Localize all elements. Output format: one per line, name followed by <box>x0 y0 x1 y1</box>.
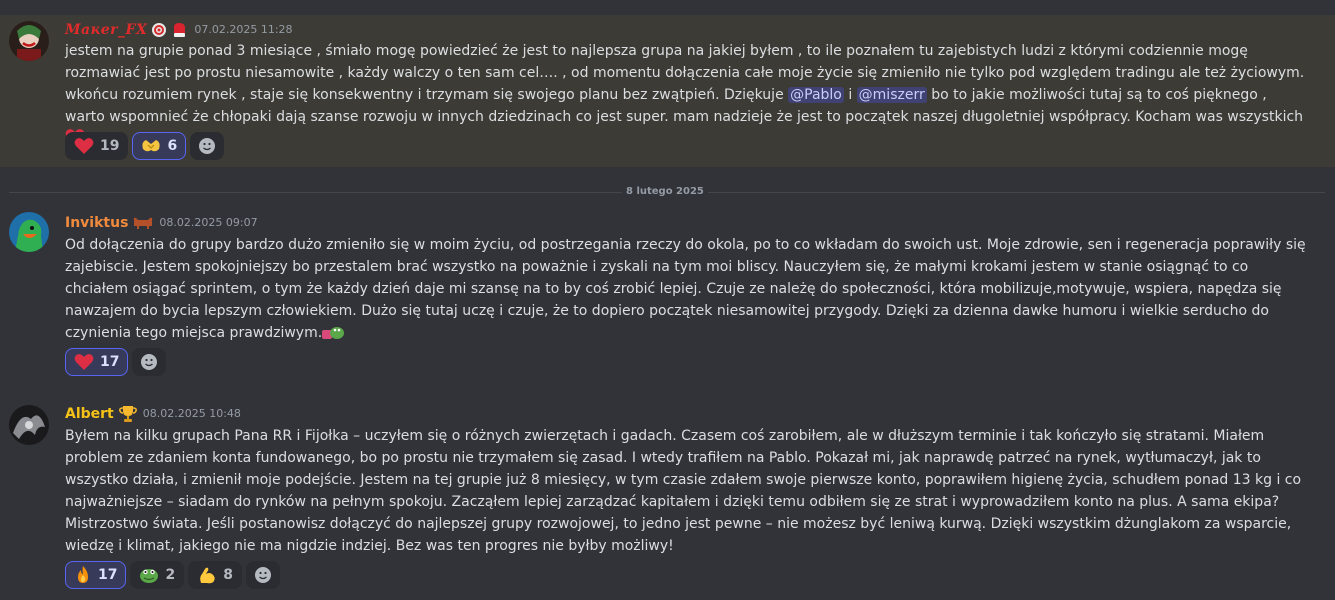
frog-icon <box>140 569 159 583</box>
message-3: Albert 08.02.2025 10:48 Byłem na kilku g… <box>0 398 1335 598</box>
reaction-count: 6 <box>167 138 178 154</box>
avatar[interactable] <box>9 405 49 445</box>
add-reaction-button[interactable] <box>132 348 167 376</box>
smiley-icon <box>199 138 216 154</box>
heart-icon <box>74 354 94 370</box>
message-text-part: i <box>848 87 853 103</box>
frog-icon <box>322 324 345 347</box>
reactions-bar: 19 6 <box>65 132 225 162</box>
reaction-count: 19 <box>100 138 120 154</box>
reaction-frog[interactable]: 2 <box>130 561 185 589</box>
chat-log: Maĸer_FX 07.02.2025 11:28 jestem na grup… <box>0 0 1335 600</box>
reaction-heart[interactable]: 19 <box>65 132 129 160</box>
message-2: Inviktus 08.02.2025 09:07 Od dołączenia … <box>0 205 1335 383</box>
avatar[interactable] <box>9 21 49 61</box>
message-text-part: Od dołączenia do grupy bardzo dużo zmien… <box>65 237 1306 341</box>
date-divider-label: 8 lutego 2025 <box>622 185 708 199</box>
user-mention[interactable]: @miszerr <box>856 87 927 103</box>
reaction-heart[interactable]: 17 <box>65 348 129 376</box>
reaction-count: 2 <box>165 567 176 583</box>
trophy-icon <box>118 404 138 424</box>
message-text-part: Byłem na kilku grupach Pana RR i Fijołka… <box>65 428 1302 554</box>
user-mention[interactable]: @Pablo <box>788 87 844 103</box>
message-text: Byłem na kilku grupach Pana RR i Fijołka… <box>65 425 1310 557</box>
heart-hands-icon <box>142 140 161 152</box>
timestamp: 08.02.2025 10:48 <box>142 407 241 420</box>
message-text: Od dołączenia do grupy bardzo dużo zmien… <box>65 234 1310 347</box>
reaction-count: 17 <box>98 567 118 583</box>
reaction-fire[interactable]: 17 <box>65 561 127 589</box>
flexed-biceps-icon <box>200 567 215 584</box>
reactions-bar: 17 <box>65 348 167 378</box>
add-reaction-button[interactable] <box>245 561 280 589</box>
timestamp: 07.02.2025 11:28 <box>194 23 293 36</box>
reaction-count: 8 <box>223 567 233 583</box>
boxing-glove-icon <box>171 20 189 40</box>
smiley-icon <box>141 354 158 370</box>
heart-icon <box>74 138 94 154</box>
target-icon <box>151 20 167 40</box>
smiley-icon <box>254 567 271 583</box>
fire-icon <box>78 566 88 583</box>
add-reaction-button[interactable] <box>190 132 225 160</box>
reaction-count: 17 <box>100 354 120 370</box>
bull-icon <box>132 213 154 233</box>
message-text: jestem na grupie ponad 3 miesiące , śmia… <box>65 40 1310 153</box>
message-1: Maĸer_FX 07.02.2025 11:28 jestem na grup… <box>0 15 1335 167</box>
reactions-bar: 17 2 8 <box>65 561 280 591</box>
avatar[interactable] <box>9 212 49 252</box>
author-name[interactable]: Maĸer_FX <box>65 20 147 40</box>
timestamp: 08.02.2025 09:07 <box>159 216 258 229</box>
author-name[interactable]: Inviktus <box>65 213 128 233</box>
reaction-heart-hands[interactable]: 6 <box>132 132 187 160</box>
reaction-flexed-biceps[interactable]: 8 <box>188 561 242 589</box>
author-name[interactable]: Albert <box>65 404 114 424</box>
